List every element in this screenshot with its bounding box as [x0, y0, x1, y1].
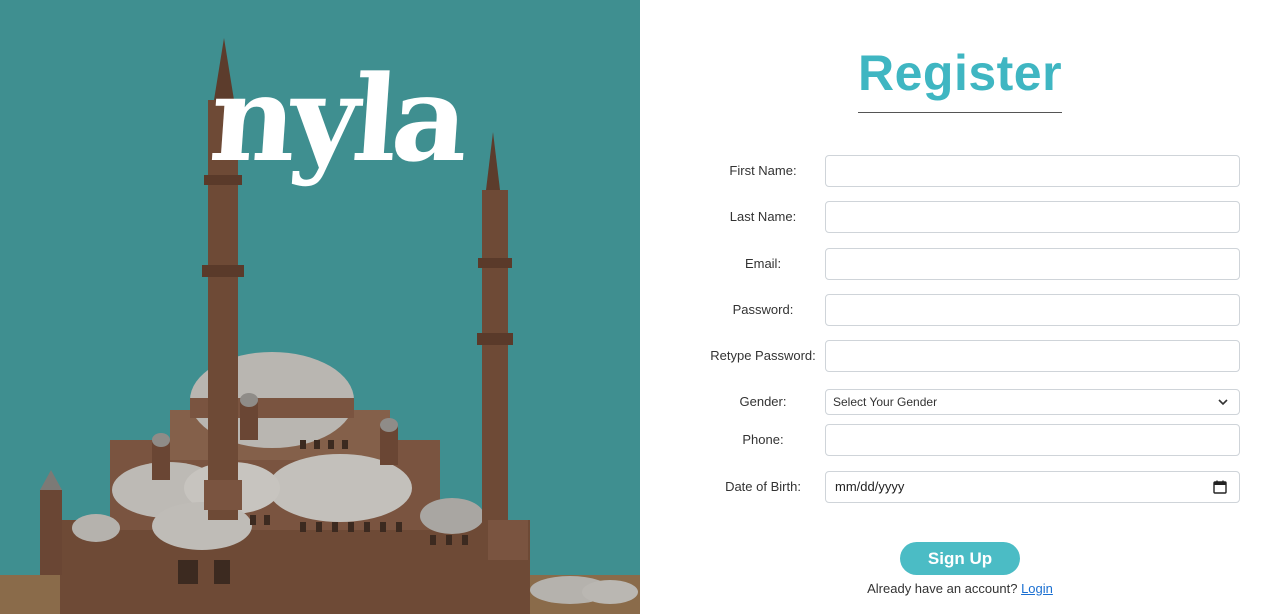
nyla-logo: nyla: [205, 49, 468, 188]
login-prompt-text: Already have an account?: [867, 581, 1018, 596]
sign-up-button[interactable]: Sign Up: [900, 542, 1020, 575]
dob-input[interactable]: mm/dd/yyyy: [825, 471, 1240, 503]
dob-row: Date of Birth: mm/dd/yyyy: [640, 471, 1280, 503]
gender-selected-value: Select Your Gender: [833, 395, 938, 409]
calendar-icon[interactable]: [1213, 480, 1227, 494]
login-link[interactable]: Login: [1021, 581, 1053, 596]
retype-password-label: Retype Password:: [710, 348, 816, 363]
first-name-row: First Name:: [640, 155, 1280, 187]
chevron-down-icon: [1218, 399, 1228, 406]
first-name-label: First Name:: [729, 163, 797, 178]
phone-row: Phone:: [640, 424, 1280, 456]
email-row: Email:: [640, 248, 1280, 280]
retype-password-input[interactable]: [825, 340, 1240, 372]
phone-label: Phone:: [742, 432, 784, 447]
dob-label: Date of Birth:: [725, 479, 801, 494]
phone-input[interactable]: [825, 424, 1240, 456]
last-name-row: Last Name:: [640, 201, 1280, 233]
gender-row: Gender: Select Your Gender: [640, 386, 1280, 418]
gender-select[interactable]: Select Your Gender: [825, 389, 1240, 415]
password-label: Password:: [732, 302, 794, 317]
email-label: Email:: [744, 256, 782, 271]
gender-label: Gender:: [739, 394, 787, 409]
register-panel: Register First Name: Last Name: Email: P…: [640, 0, 1280, 614]
retype-password-row: Retype Password:: [640, 340, 1280, 372]
page-title: Register: [858, 45, 1063, 101]
last-name-input[interactable]: [825, 201, 1240, 233]
dob-placeholder: mm/dd/yyyy: [835, 479, 905, 494]
login-prompt: Already have an account? Login: [640, 581, 1280, 596]
password-row: Password:: [640, 294, 1280, 326]
hero-panel: nyla: [0, 0, 640, 614]
first-name-input[interactable]: [825, 155, 1240, 187]
last-name-label: Last Name:: [729, 209, 797, 224]
password-input[interactable]: [825, 294, 1240, 326]
title-underline: [858, 112, 1062, 113]
email-input[interactable]: [825, 248, 1240, 280]
